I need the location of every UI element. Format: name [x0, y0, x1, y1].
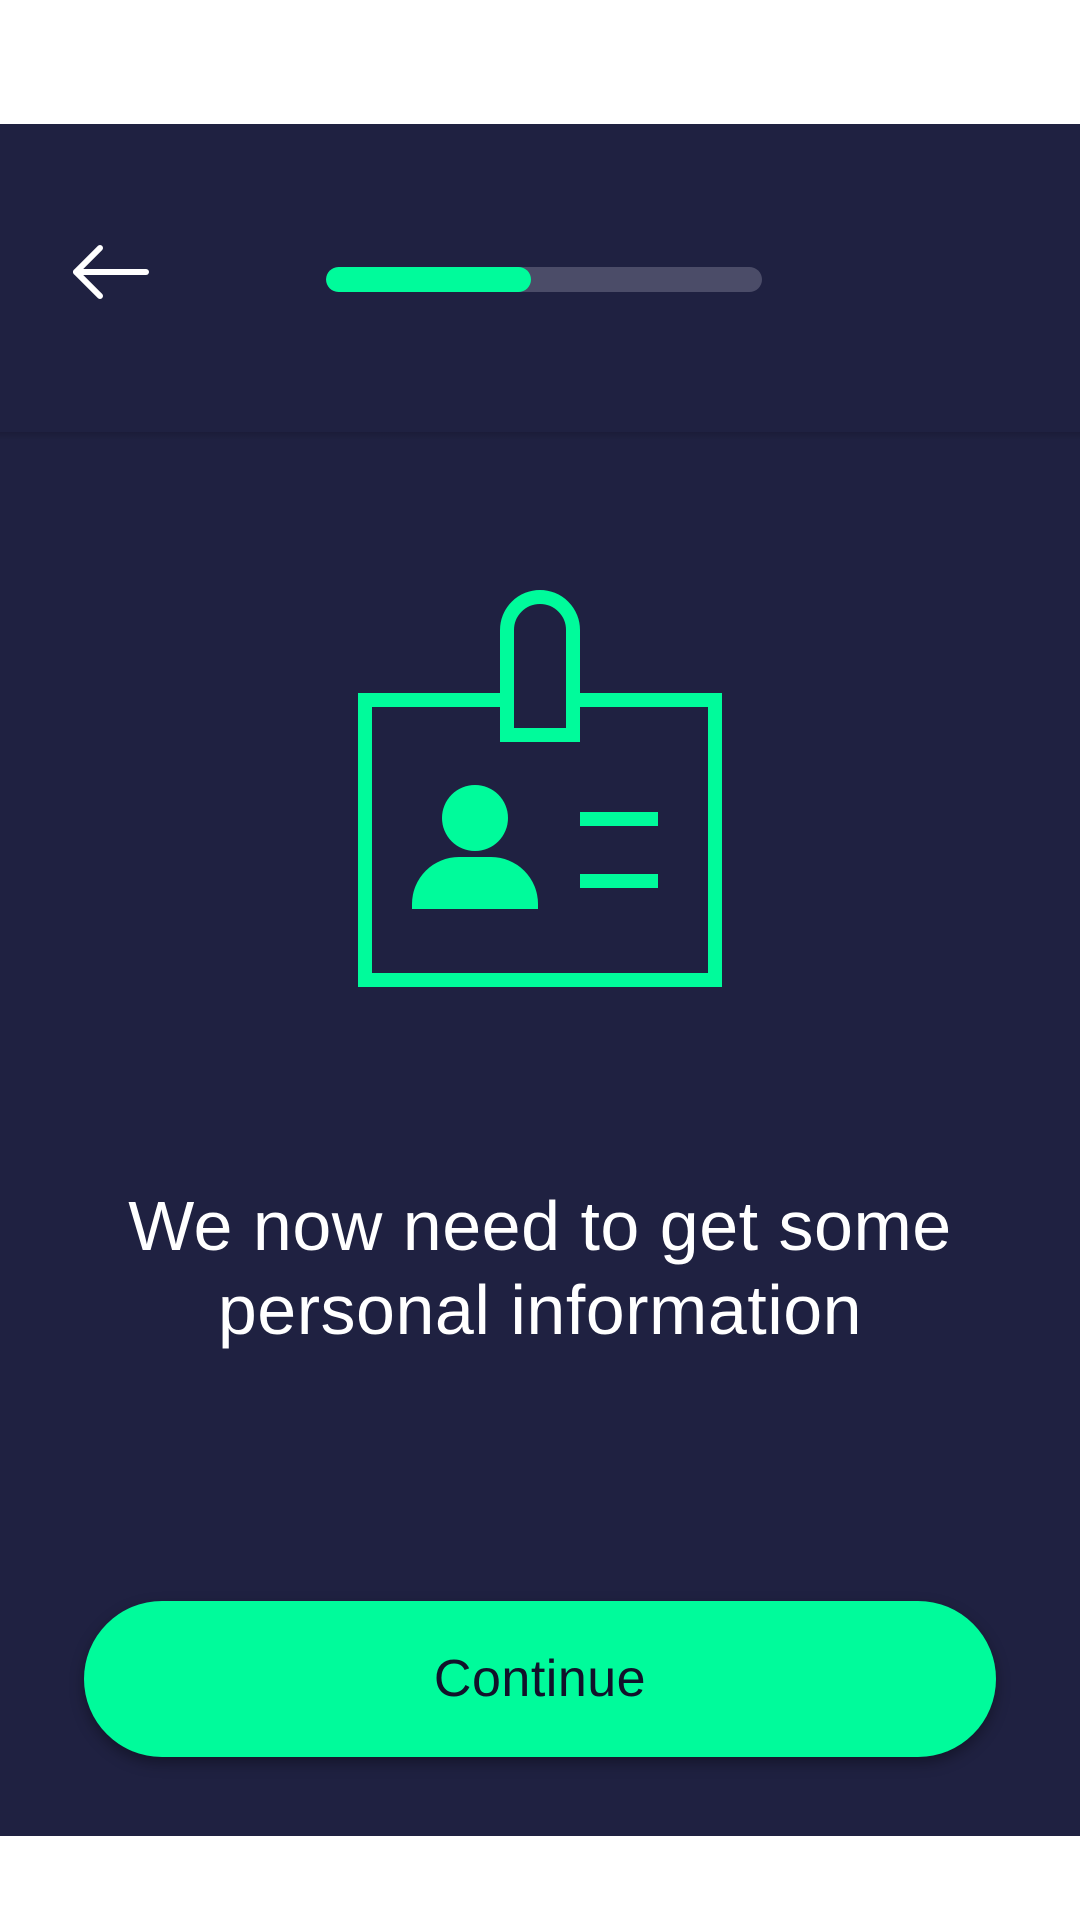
header [0, 124, 1080, 440]
back-button[interactable] [58, 230, 158, 314]
header-divider [0, 432, 1080, 440]
id-badge-icon [358, 590, 722, 987]
navigation-bar [0, 1836, 1080, 1920]
status-bar [0, 0, 1080, 124]
progress-bar [326, 267, 762, 292]
continue-button[interactable]: Continue [84, 1601, 996, 1757]
app-screen: We now need to get some personal informa… [0, 124, 1080, 1836]
arrow-left-icon [73, 245, 149, 299]
id-badge-illustration [355, 494, 725, 990]
progress-fill [326, 267, 531, 292]
headline: We now need to get some personal informa… [128, 1187, 952, 1349]
